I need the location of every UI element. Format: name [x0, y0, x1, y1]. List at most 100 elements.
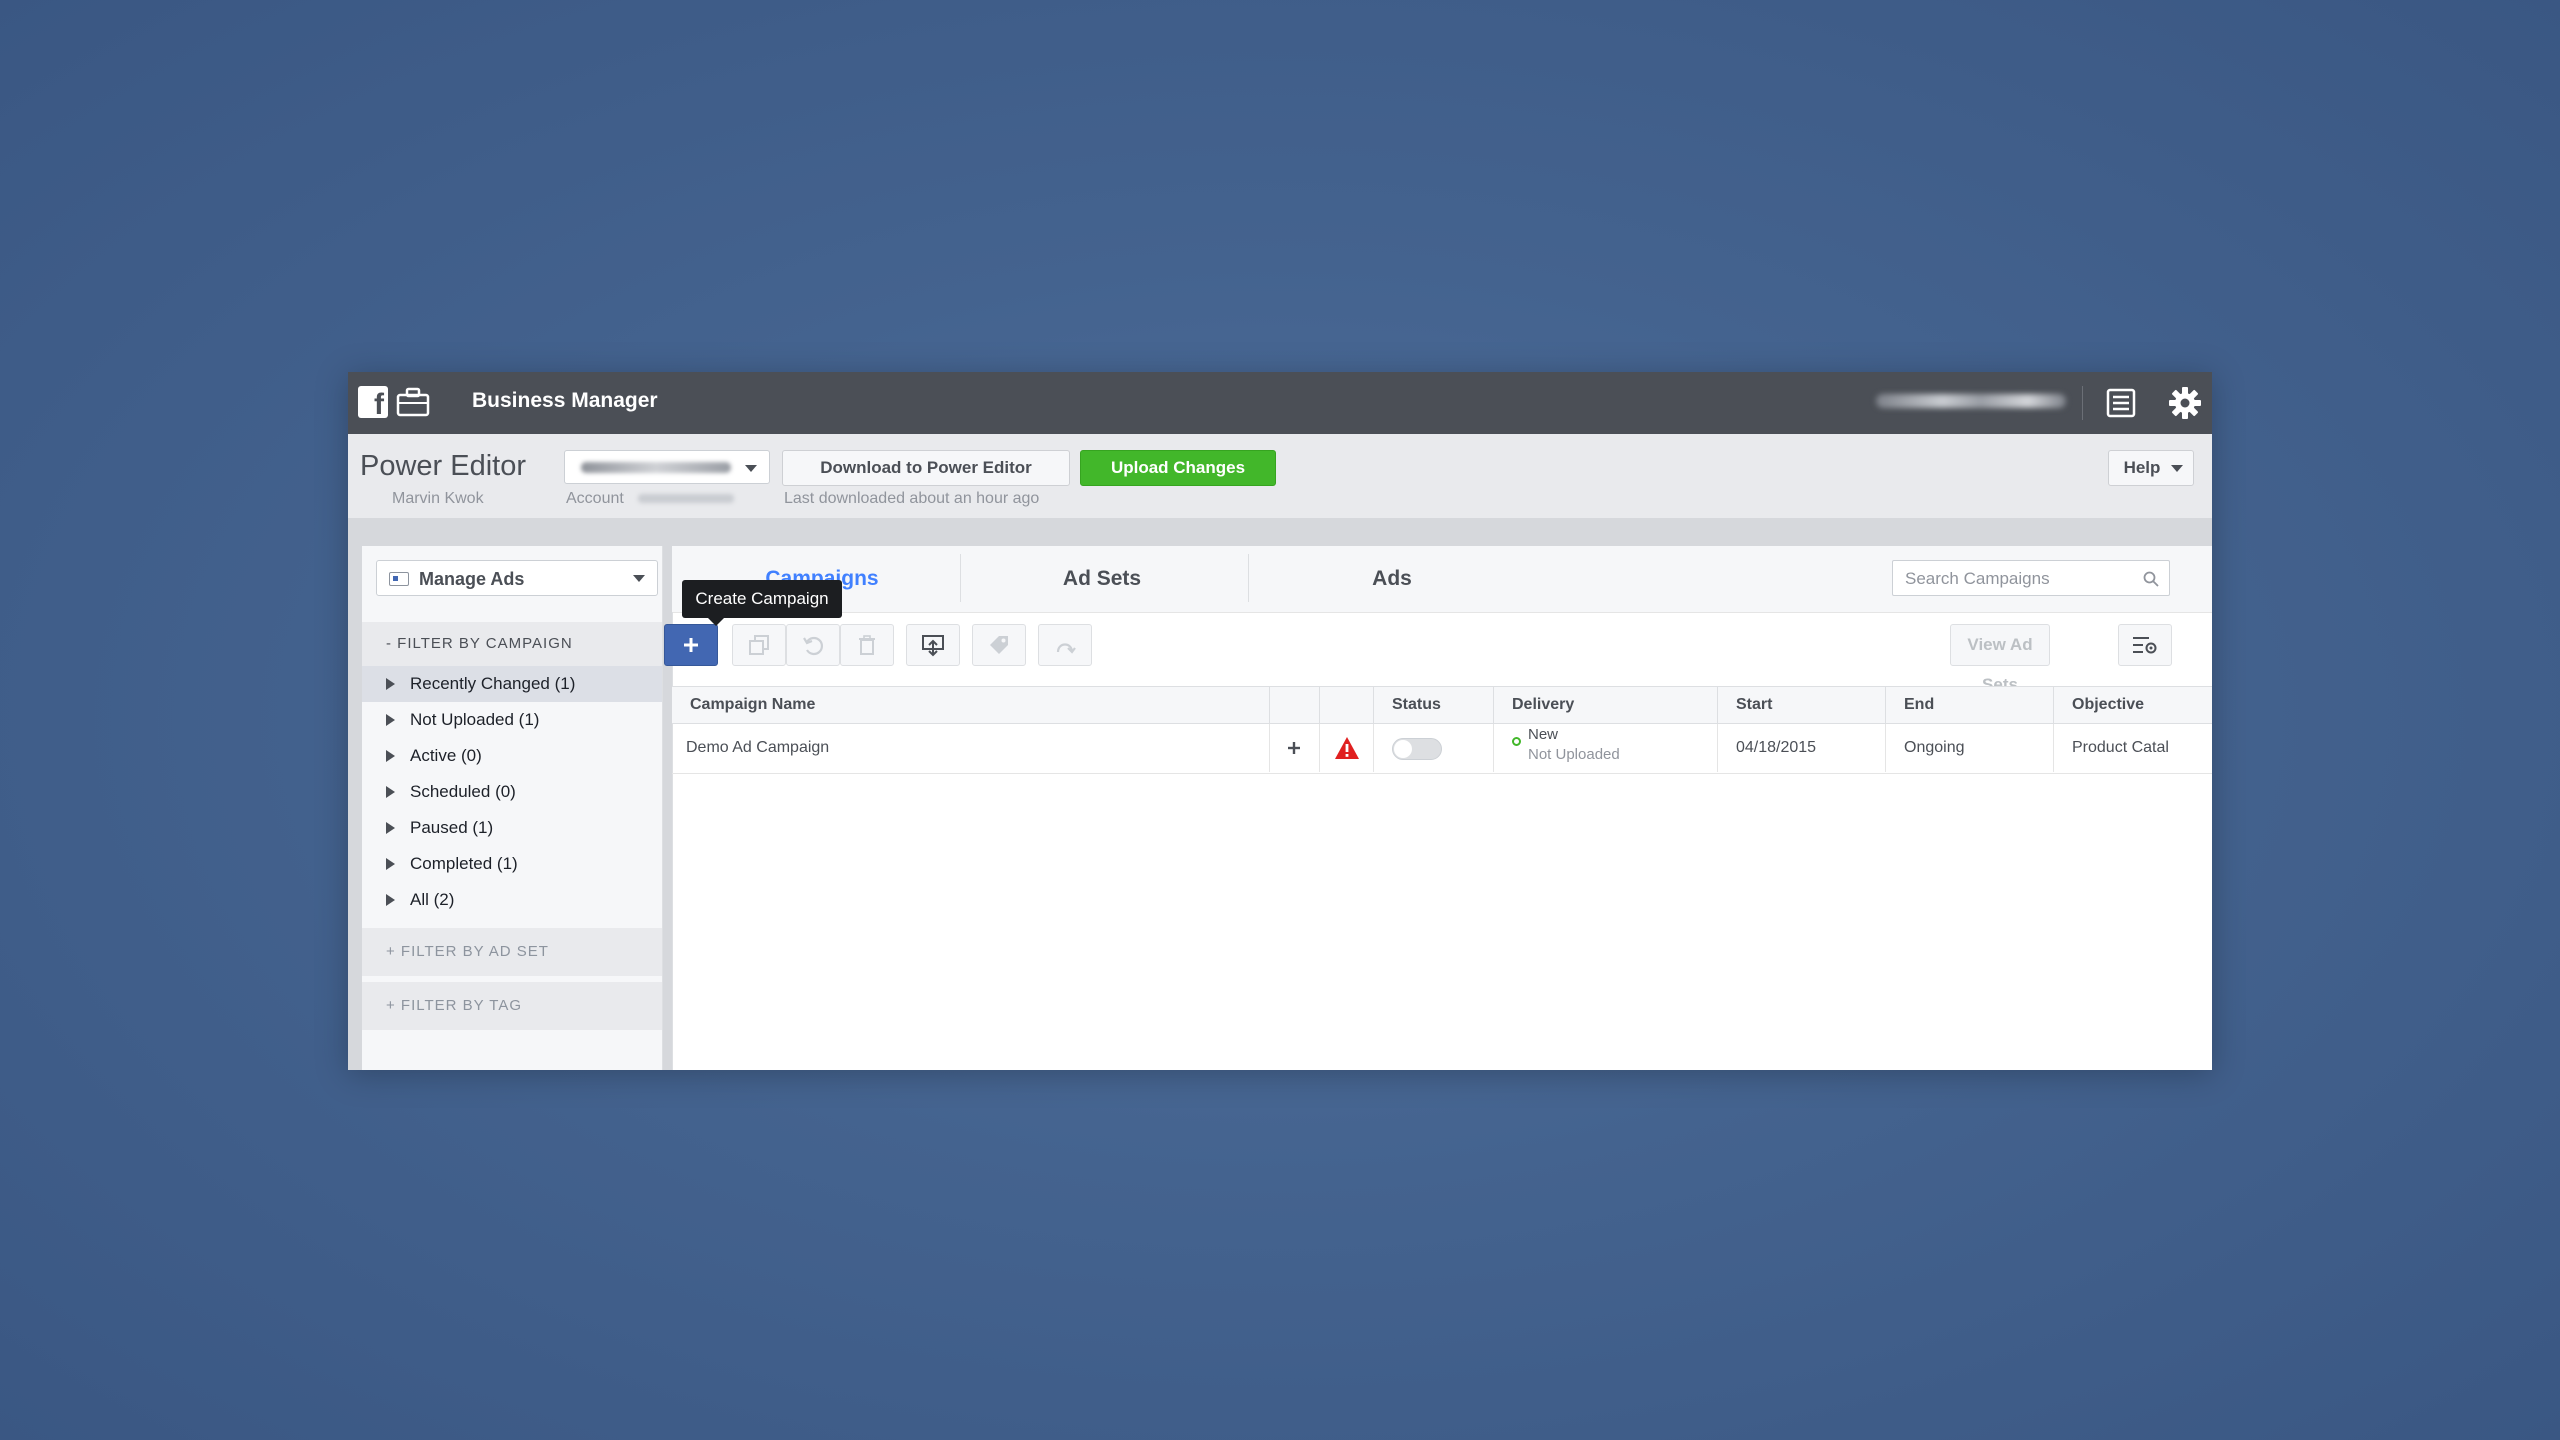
manage-ads-label: Manage Ads [419, 569, 525, 589]
expand-arrow-icon [386, 750, 395, 762]
trash-icon [859, 635, 875, 655]
account-name-redacted [581, 462, 731, 473]
delivery-cell: New Not Uploaded [1494, 724, 1718, 772]
start-date-cell: 04/18/2015 [1718, 724, 1886, 772]
search-input[interactable] [1903, 567, 2137, 591]
column-header-start[interactable]: Start [1718, 687, 1886, 723]
filter-item-not-uploaded[interactable]: Not Uploaded (1) [362, 702, 662, 738]
expand-arrow-icon [386, 822, 395, 834]
help-button[interactable]: Help [2108, 450, 2194, 486]
delete-button[interactable] [840, 624, 894, 666]
expand-arrow-icon [386, 894, 395, 906]
upload-changes-button[interactable]: Upload Changes [1080, 450, 1276, 486]
objective-cell: Product Catal [2072, 739, 2169, 756]
tab-bar: Campaigns Ad Sets Ads [672, 546, 2212, 613]
business-manager-title: Business Manager [472, 389, 658, 412]
end-date-cell: Ongoing [1886, 724, 2054, 772]
filter-item-scheduled[interactable]: Scheduled (0) [362, 774, 662, 810]
page-title: Power Editor [360, 450, 527, 482]
top-bar: f Business Manager [348, 372, 2212, 434]
add-ad-set-cell[interactable] [1270, 724, 1320, 772]
column-header-end[interactable]: End [1886, 687, 2054, 723]
expand-arrow-icon [386, 678, 395, 690]
tag-button[interactable] [972, 624, 1026, 666]
status-cell [1374, 724, 1494, 772]
status-toggle[interactable] [1392, 738, 1442, 760]
create-campaign-tooltip: Create Campaign [682, 580, 842, 626]
plus-icon [684, 638, 698, 652]
expand-arrow-icon [386, 714, 395, 726]
view-ad-sets-button[interactable]: View Ad Sets [1950, 624, 2050, 694]
tag-icon [990, 636, 1008, 654]
duplicate-icon [749, 635, 769, 655]
column-header-delivery[interactable]: Delivery [1494, 687, 1718, 723]
columns-settings-button[interactable] [2118, 624, 2172, 666]
account-select[interactable] [564, 450, 770, 484]
revert-button[interactable] [786, 624, 840, 666]
manage-ads-dropdown[interactable]: Manage Ads [376, 560, 658, 596]
campaign-name-cell[interactable]: Demo Ad Campaign [672, 724, 1270, 772]
tab-ad-sets[interactable]: Ad Sets [992, 546, 1212, 612]
rules-icon [1056, 643, 1076, 654]
export-import-button[interactable] [906, 624, 960, 666]
search-icon[interactable] [2143, 571, 2159, 587]
column-header-campaign-name[interactable]: Campaign Name [672, 687, 1270, 723]
filter-item-active[interactable]: Active (0) [362, 738, 662, 774]
column-header-actions [1270, 687, 1320, 723]
gear-icon[interactable] [2166, 384, 2204, 422]
download-to-power-editor-button[interactable]: Download to Power Editor [782, 450, 1070, 486]
table-row[interactable]: Demo Ad Campaign New Not Uploaded 04/18/… [672, 724, 2212, 774]
delivery-substatus: Not Uploaded [1528, 746, 1620, 763]
expand-arrow-icon [386, 786, 395, 798]
filter-item-label: Recently Changed (1) [410, 674, 576, 693]
filter-item-completed[interactable]: Completed (1) [362, 846, 662, 882]
rules-button[interactable] [1038, 624, 1092, 666]
campaign-toolbar: View Ad Sets [664, 612, 2212, 694]
list-icon[interactable] [2104, 386, 2138, 420]
filter-item-recently-changed[interactable]: Recently Changed (1) [362, 666, 662, 702]
power-editor-header: Power Editor Marvin Kwok Account Downloa… [348, 434, 2212, 519]
filter-by-tag-header[interactable]: + FILTER BY TAG [362, 982, 662, 1030]
create-campaign-button[interactable] [664, 624, 718, 666]
filter-item-paused[interactable]: Paused (1) [362, 810, 662, 846]
column-header-status[interactable]: Status [1374, 687, 1494, 723]
filter-by-campaign-header[interactable]: - FILTER BY CAMPAIGN [362, 622, 662, 666]
filter-item-label: Paused (1) [410, 818, 494, 837]
undo-icon [803, 636, 824, 656]
search-campaigns[interactable] [1892, 560, 2170, 596]
column-header-objective[interactable]: Objective [2054, 687, 2212, 723]
chevron-down-icon [633, 575, 645, 582]
user-name-redacted[interactable] [1876, 394, 2066, 408]
tab-divider [1248, 554, 1249, 602]
filter-item-all[interactable]: All (2) [362, 882, 662, 918]
power-editor-window: f Business Manager Power Editor Marvin K… [348, 372, 2212, 1070]
filter-by-ad-set-header[interactable]: + FILTER BY AD SET [362, 928, 662, 976]
account-id-redacted [638, 494, 734, 503]
filter-item-label: All (2) [410, 890, 455, 909]
duplicate-button[interactable] [732, 624, 786, 666]
filter-item-label: Completed (1) [410, 854, 518, 873]
top-bar-divider [2082, 386, 2083, 420]
chevron-down-icon [2171, 465, 2183, 472]
facebook-logo-icon[interactable]: f [358, 386, 388, 418]
user-name: Marvin Kwok [392, 490, 484, 507]
expand-arrow-icon [386, 858, 395, 870]
table-header: Campaign Name Status Delivery Start End … [672, 686, 2212, 724]
plus-icon[interactable] [1286, 740, 1302, 756]
warning-cell[interactable] [1320, 724, 1374, 772]
warning-icon[interactable] [1334, 736, 1360, 760]
briefcase-icon[interactable] [396, 386, 430, 418]
export-import-icon [922, 635, 944, 657]
delivery-status-icon [1512, 737, 1521, 746]
tab-ads[interactable]: Ads [1282, 546, 1502, 612]
account-label: Account [566, 490, 624, 507]
tab-divider [960, 554, 961, 602]
help-button-label: Help [2123, 458, 2161, 477]
manage-ads-icon [389, 572, 409, 586]
filter-item-label: Not Uploaded (1) [410, 710, 540, 729]
last-downloaded-status: Last downloaded about an hour ago [784, 490, 1040, 507]
filter-item-label: Active (0) [410, 746, 482, 765]
filter-item-label: Scheduled (0) [410, 782, 516, 801]
filter-sidebar: Manage Ads - FILTER BY CAMPAIGN Recently… [362, 546, 663, 1070]
chevron-down-icon [745, 465, 757, 472]
